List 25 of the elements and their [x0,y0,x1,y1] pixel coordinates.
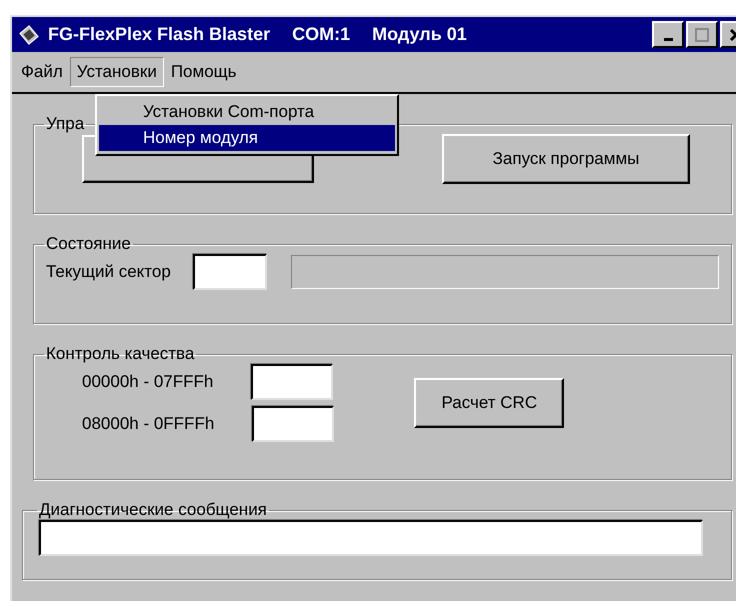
crc-button[interactable]: Расчет CRC [414,378,564,428]
range-label: 00000h - 07FFFh [82,372,214,392]
minimize-button[interactable] [652,21,684,48]
menu-item[interactable]: Помощь [164,57,244,87]
menu-item[interactable]: Установки [70,57,164,87]
sector-field[interactable] [192,254,267,290]
maximize-icon [695,28,709,42]
dropdown-item[interactable]: Установки Com-порта [99,99,395,125]
maximize-button[interactable] [686,21,718,48]
group-title: Упра [45,114,86,134]
crc-field[interactable] [251,364,334,400]
module-label: Модуль 01 [372,24,467,45]
crc-field[interactable] [252,406,334,442]
sector-label: Текущий сектор [46,262,171,282]
window-title: FG-FlexPlex Flash Blaster [48,24,270,45]
menu-item[interactable]: Файл [14,57,70,87]
run-button[interactable]: Запуск программы [442,134,690,184]
port-label: COM:1 [292,24,350,45]
dropdown-item[interactable]: Номер модуля [99,125,395,151]
group-title: Контроль качества [45,344,196,364]
group-title: Состояние [45,234,132,254]
range-label: 08000h - 0FFFFh [82,414,214,434]
group-title: Диагностические сообщения [38,500,268,520]
message-field[interactable] [39,520,703,556]
minimize-icon [664,38,672,41]
